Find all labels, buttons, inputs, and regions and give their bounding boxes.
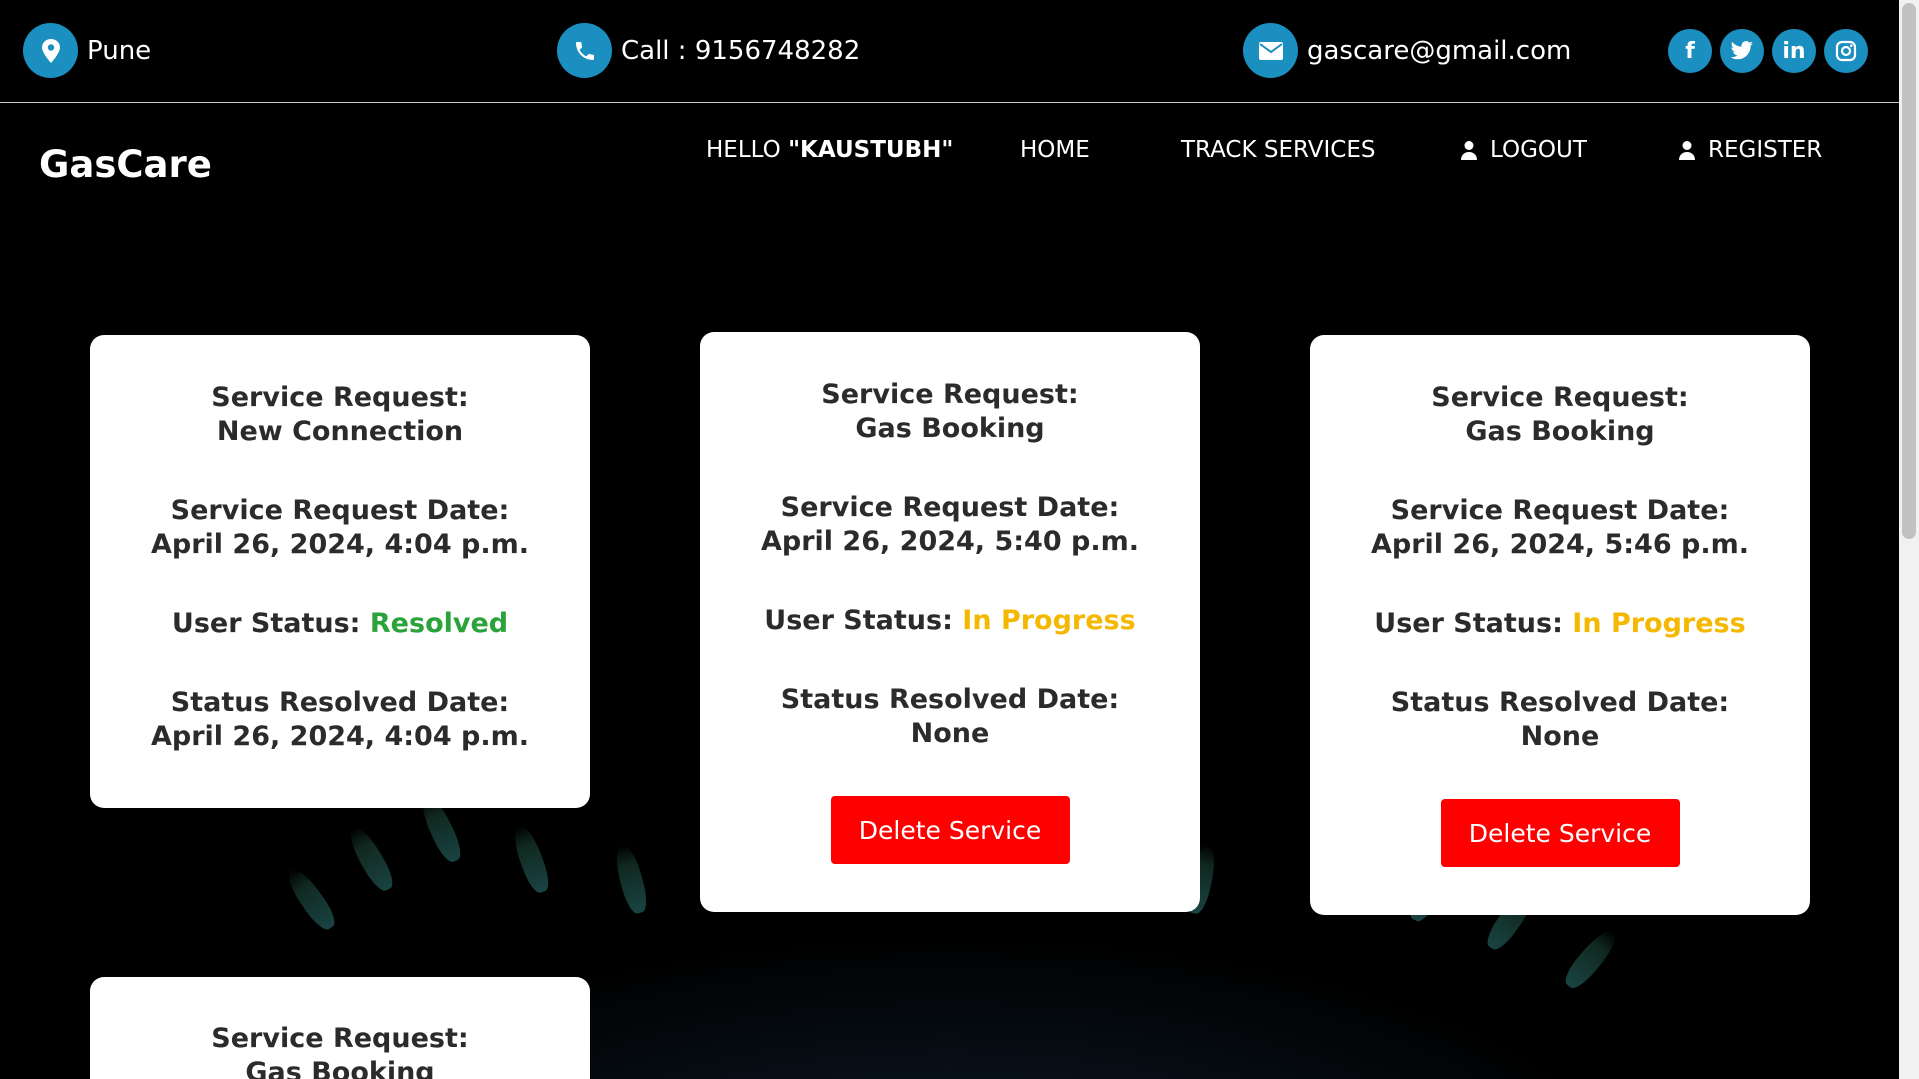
- request-date-label: Service Request Date:: [1390, 495, 1730, 526]
- resolved-date-value: April 26, 2024, 4:04 p.m.: [150, 721, 529, 752]
- status-badge: In Progress: [1572, 608, 1746, 639]
- user-status-row: User Status: In Progress: [1310, 607, 1810, 641]
- user-status-row: User Status: In Progress: [700, 604, 1200, 638]
- service-card: Service Request: Gas Booking Service Req…: [700, 332, 1200, 912]
- user-greeting: HELLO "KAUSTUBH": [706, 137, 953, 163]
- user-icon: [1679, 141, 1695, 160]
- service-request-label: Service Request:: [211, 382, 469, 413]
- email-text[interactable]: gascare@gmail.com: [1307, 36, 1571, 66]
- service-card: Service Request: New Connection Service …: [90, 335, 590, 808]
- user-status-label: User Status:: [1374, 608, 1563, 639]
- page-scrollbar[interactable]: [1899, 0, 1919, 1079]
- facebook-icon[interactable]: f: [1668, 29, 1712, 73]
- logout-label: LOGOUT: [1490, 137, 1587, 163]
- greeting-username: "KAUSTUBH": [788, 137, 954, 163]
- resolved-date-value: None: [1520, 721, 1600, 752]
- user-status-row: User Status: Resolved: [90, 607, 590, 641]
- user-status-label: User Status:: [764, 605, 953, 636]
- user-status-label: User Status:: [171, 608, 361, 639]
- instagram-icon[interactable]: [1824, 29, 1868, 73]
- resolved-date-label: Status Resolved Date:: [780, 684, 1120, 715]
- service-request-value: Gas Booking: [1465, 416, 1655, 447]
- service-card: Service Request: Gas Booking: [90, 977, 590, 1079]
- service-request-label: Service Request:: [1431, 382, 1689, 413]
- location-text: Pune: [87, 35, 152, 66]
- brand-logo[interactable]: GasCare: [39, 143, 212, 186]
- status-badge: In Progress: [962, 605, 1136, 636]
- nav-track-services[interactable]: TRACK SERVICES: [1181, 137, 1375, 163]
- twitter-icon[interactable]: [1720, 29, 1764, 73]
- delete-service-button[interactable]: Delete Service: [830, 796, 1070, 864]
- service-request-value: Gas Booking: [245, 1057, 435, 1079]
- scrollbar-thumb[interactable]: [1902, 3, 1916, 539]
- resolved-date-label: Status Resolved Date:: [1390, 687, 1730, 718]
- status-badge: Resolved: [369, 608, 509, 639]
- delete-service-button[interactable]: Delete Service: [1440, 799, 1680, 867]
- phone-contact[interactable]: Call : 9156748282: [557, 23, 860, 78]
- main-navbar: GasCare HELLO "KAUSTUBH" HOME TRACK SERV…: [0, 103, 1899, 223]
- envelope-icon: [1243, 23, 1298, 78]
- service-request-value: New Connection: [216, 416, 464, 447]
- email-contact[interactable]: gascare@gmail.com: [1243, 23, 1571, 78]
- resolved-date-value: None: [910, 718, 990, 749]
- top-contact-bar: Pune Call : 9156748282 gascare@gmail.com…: [0, 0, 1899, 103]
- register-label: REGISTER: [1708, 137, 1823, 163]
- nav-home[interactable]: HOME: [1020, 137, 1090, 163]
- phone-text[interactable]: Call : 9156748282: [621, 36, 860, 66]
- map-pin-icon: [23, 23, 78, 78]
- resolved-date-label: Status Resolved Date:: [170, 687, 510, 718]
- phone-icon: [557, 23, 612, 78]
- greeting-prefix: HELLO: [706, 137, 789, 163]
- service-request-label: Service Request:: [821, 379, 1079, 410]
- request-date-value: April 26, 2024, 4:04 p.m.: [150, 529, 529, 560]
- location-contact: Pune: [23, 23, 151, 78]
- social-links: f in: [1668, 29, 1868, 73]
- nav-register[interactable]: REGISTER: [1678, 137, 1822, 163]
- request-date-label: Service Request Date:: [170, 495, 510, 526]
- nav-logout[interactable]: LOGOUT: [1460, 137, 1587, 163]
- user-icon: [1461, 141, 1477, 160]
- service-request-value: Gas Booking: [855, 413, 1045, 444]
- service-card: Service Request: Gas Booking Service Req…: [1310, 335, 1810, 915]
- request-date-value: April 26, 2024, 5:46 p.m.: [1370, 529, 1749, 560]
- service-request-label: Service Request:: [211, 1023, 469, 1054]
- request-date-label: Service Request Date:: [780, 492, 1120, 523]
- linkedin-icon[interactable]: in: [1772, 29, 1816, 73]
- request-date-value: April 26, 2024, 5:40 p.m.: [760, 526, 1139, 557]
